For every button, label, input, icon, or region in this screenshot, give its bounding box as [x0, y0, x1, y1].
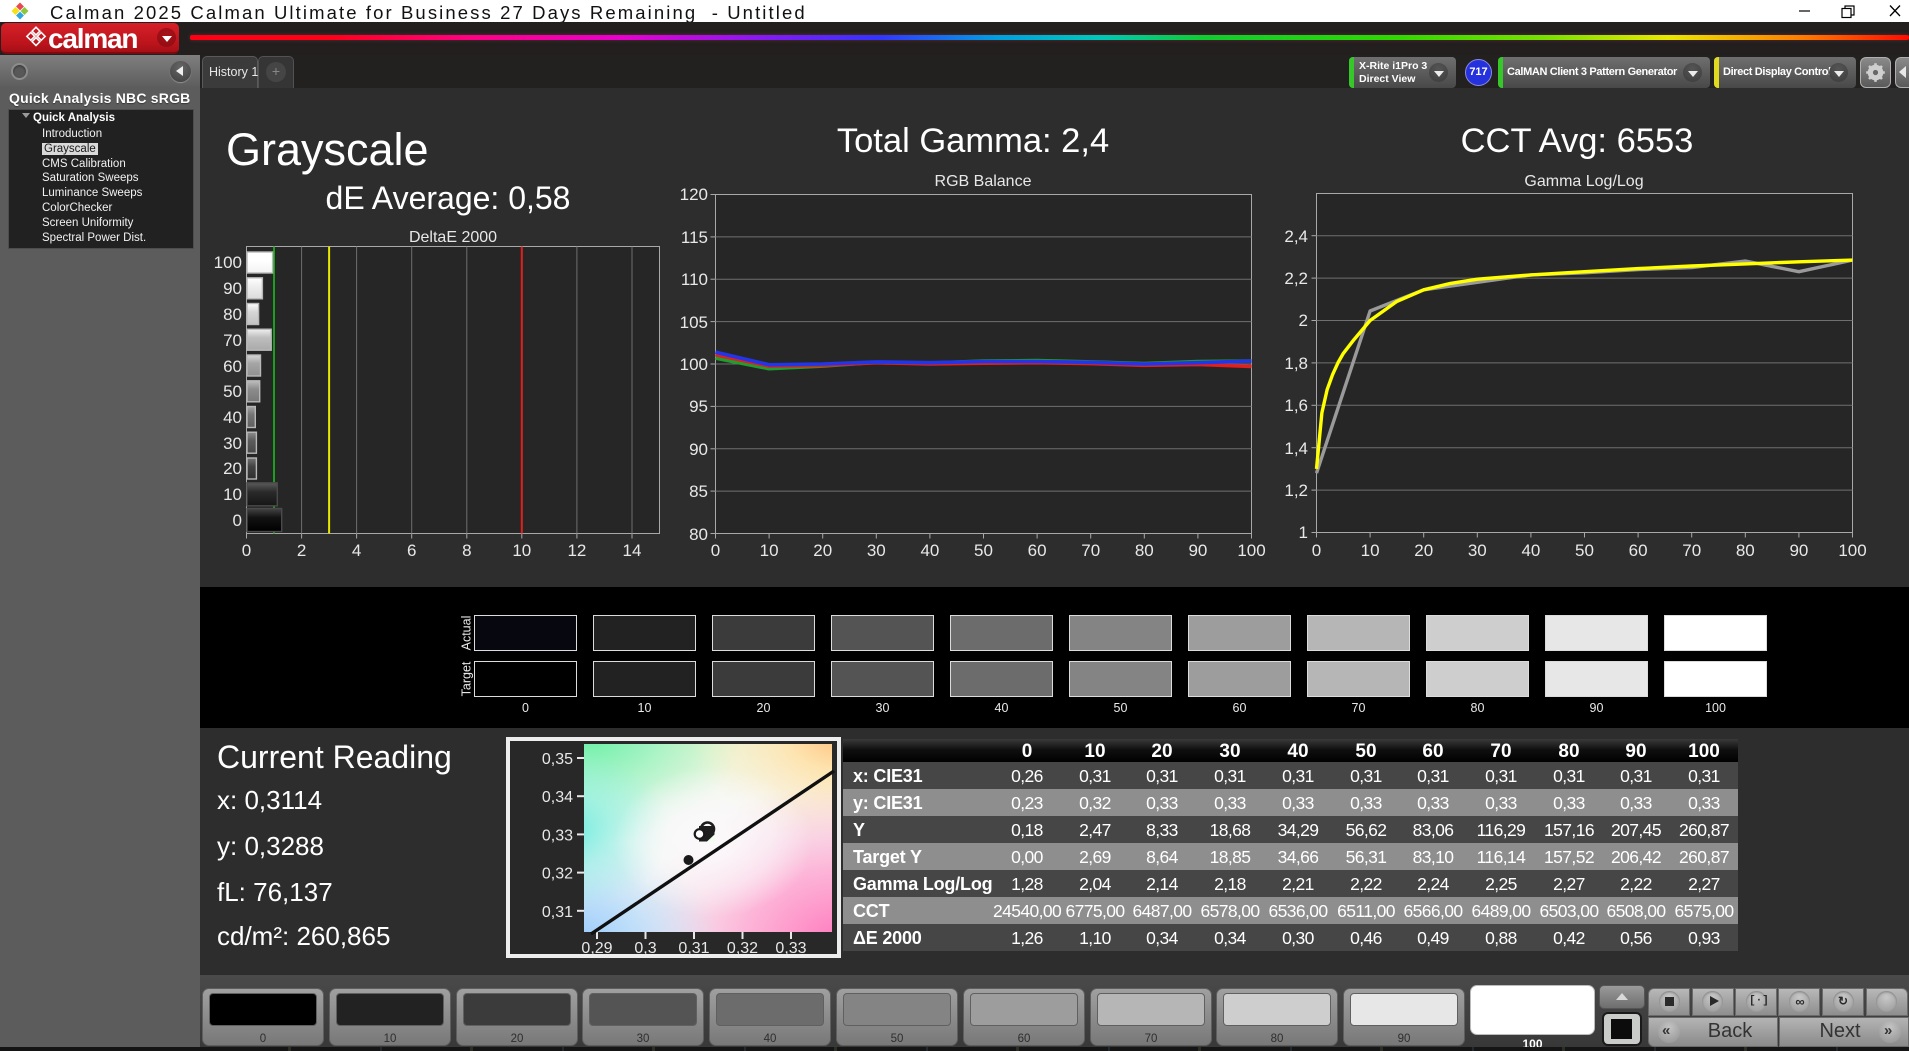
svg-text:0,3: 0,3 — [634, 940, 656, 957]
svg-text:70: 70 — [1081, 541, 1100, 560]
svg-text:120: 120 — [680, 185, 708, 204]
svg-text:100: 100 — [680, 355, 708, 374]
svg-text:20: 20 — [813, 541, 832, 560]
svg-text:0: 0 — [242, 541, 251, 560]
svg-text:10: 10 — [760, 541, 779, 560]
svg-text:20: 20 — [223, 459, 242, 478]
svg-text:1: 1 — [1299, 523, 1308, 542]
svg-text:0: 0 — [233, 511, 242, 530]
svg-text:12: 12 — [567, 541, 586, 560]
svg-text:40: 40 — [1521, 541, 1540, 560]
svg-text:80: 80 — [223, 305, 242, 324]
svg-text:2,4: 2,4 — [1284, 227, 1308, 246]
svg-text:60: 60 — [1028, 541, 1047, 560]
svg-text:70: 70 — [1682, 541, 1701, 560]
svg-text:0,34: 0,34 — [542, 789, 573, 806]
svg-text:0,31: 0,31 — [542, 904, 573, 921]
svg-text:95: 95 — [689, 397, 708, 416]
svg-text:80: 80 — [1135, 541, 1154, 560]
svg-text:105: 105 — [680, 313, 708, 332]
svg-text:0,35: 0,35 — [542, 751, 573, 768]
svg-text:80: 80 — [1736, 541, 1755, 560]
svg-text:10: 10 — [1361, 541, 1380, 560]
svg-text:4: 4 — [352, 541, 361, 560]
svg-text:100: 100 — [1237, 541, 1265, 560]
svg-text:85: 85 — [689, 482, 708, 501]
svg-text:90: 90 — [223, 279, 242, 298]
svg-text:90: 90 — [689, 440, 708, 459]
svg-text:20: 20 — [1414, 541, 1433, 560]
svg-text:80: 80 — [689, 525, 708, 544]
svg-text:60: 60 — [223, 357, 242, 376]
svg-text:2: 2 — [1299, 311, 1308, 330]
svg-text:2,2: 2,2 — [1284, 269, 1308, 288]
svg-text:1,4: 1,4 — [1284, 439, 1308, 458]
svg-text:30: 30 — [867, 541, 886, 560]
svg-text:8: 8 — [462, 541, 471, 560]
svg-text:1,6: 1,6 — [1284, 396, 1308, 415]
svg-text:6: 6 — [407, 541, 416, 560]
svg-text:10: 10 — [223, 485, 242, 504]
svg-text:90: 90 — [1188, 541, 1207, 560]
svg-text:50: 50 — [974, 541, 993, 560]
svg-text:110: 110 — [681, 270, 708, 289]
svg-text:10: 10 — [512, 541, 531, 560]
svg-text:40: 40 — [920, 541, 939, 560]
svg-text:1,8: 1,8 — [1284, 354, 1308, 373]
svg-text:0,32: 0,32 — [542, 866, 573, 883]
svg-text:0,32: 0,32 — [727, 940, 758, 957]
svg-text:100: 100 — [214, 253, 242, 272]
svg-text:0: 0 — [1312, 541, 1321, 560]
svg-text:90: 90 — [1789, 541, 1808, 560]
svg-text:0,33: 0,33 — [775, 940, 806, 957]
svg-text:100: 100 — [1838, 541, 1866, 560]
svg-text:40: 40 — [223, 408, 242, 427]
svg-text:0,29: 0,29 — [581, 940, 612, 957]
svg-text:30: 30 — [223, 434, 242, 453]
svg-text:1,2: 1,2 — [1284, 481, 1308, 500]
svg-text:50: 50 — [223, 382, 242, 401]
svg-text:60: 60 — [1629, 541, 1648, 560]
svg-text:50: 50 — [1575, 541, 1594, 560]
svg-text:70: 70 — [223, 331, 242, 350]
svg-text:0: 0 — [711, 541, 720, 560]
svg-text:30: 30 — [1468, 541, 1487, 560]
svg-text:115: 115 — [681, 228, 708, 247]
svg-text:0,33: 0,33 — [542, 827, 573, 844]
svg-text:0,31: 0,31 — [678, 940, 709, 957]
svg-text:2: 2 — [297, 541, 306, 560]
svg-text:14: 14 — [623, 541, 642, 560]
